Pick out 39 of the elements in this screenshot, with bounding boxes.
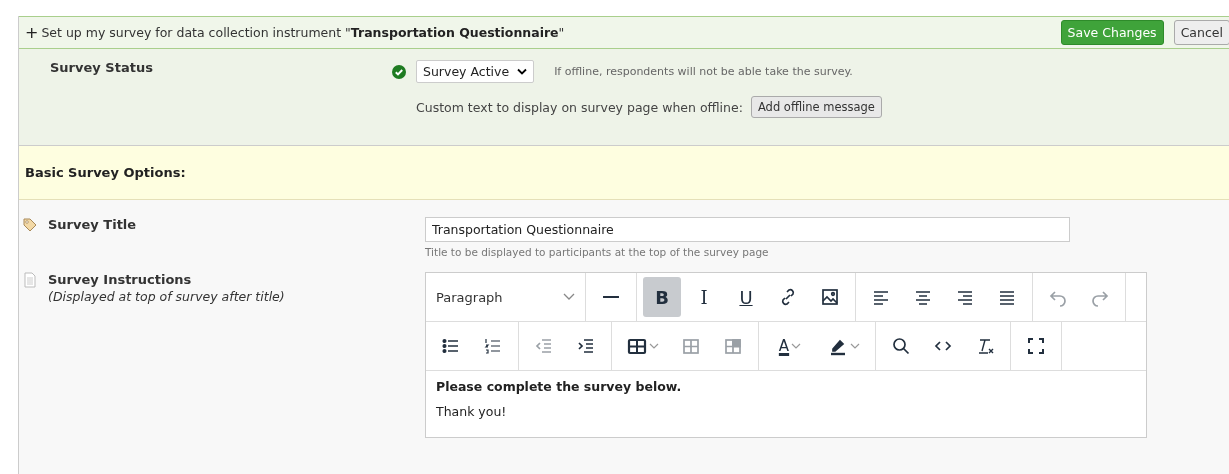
table-cell-icon bbox=[723, 336, 743, 356]
chevron-down-icon bbox=[850, 343, 860, 349]
field-label: Survey Status bbox=[49, 60, 154, 77]
table-icon bbox=[681, 336, 701, 356]
expand-toggle[interactable]: + bbox=[25, 23, 39, 42]
chevron-down-icon bbox=[649, 343, 659, 349]
section-heading: Basic Survey Options: bbox=[25, 165, 186, 180]
search-icon bbox=[891, 336, 911, 356]
status-hint: If offline, respondents will not be able take the survey. bbox=[554, 65, 853, 78]
survey-title-field[interactable]: Transportation Questionnaire bbox=[425, 217, 1070, 242]
field-sublabel: (Displayed at top of survey after title) bbox=[48, 289, 285, 304]
font-color-button[interactable]: A bbox=[765, 326, 815, 366]
italic-button[interactable]: I bbox=[685, 277, 723, 317]
chevron-down-icon bbox=[517, 68, 528, 75]
chevron-down-icon bbox=[791, 343, 802, 349]
section-title: Set up my survey for data collection instrument "Transportation Questionnaire" bbox=[41, 25, 566, 40]
paragraph-format-dropdown[interactable]: Paragraph bbox=[432, 289, 579, 305]
status-dropdown[interactable]: Survey Active bbox=[416, 60, 535, 83]
horizontal-line-icon bbox=[603, 295, 619, 299]
bold-button[interactable]: B bbox=[643, 277, 681, 317]
underline-button[interactable]: U bbox=[727, 277, 765, 317]
outdent-icon bbox=[534, 336, 554, 356]
table-icon bbox=[627, 336, 647, 356]
document-icon bbox=[22, 272, 38, 288]
editor-paragraph: Thank you! bbox=[436, 404, 508, 419]
image-icon bbox=[820, 287, 840, 307]
cancel-button[interactable]: Cancel bbox=[1173, 20, 1229, 45]
chevron-down-icon bbox=[563, 293, 575, 301]
indent-icon bbox=[576, 336, 596, 356]
offline-label: Custom text to display on survey page when offline: bbox=[416, 99, 743, 115]
field-label: Survey Instructions bbox=[48, 272, 193, 287]
field-hint: Title to be displayed to participants at the top of the survey page bbox=[425, 246, 770, 258]
bullet-list-icon bbox=[441, 336, 461, 356]
editor-paragraph: Please complete the survey below. bbox=[436, 379, 683, 394]
numbered-list-icon bbox=[483, 336, 503, 356]
tag-icon bbox=[22, 217, 38, 233]
field-label: Survey Title bbox=[48, 217, 137, 232]
fullscreen-icon bbox=[1026, 336, 1046, 356]
add-offline-message-button[interactable]: Add offline message bbox=[750, 96, 882, 118]
